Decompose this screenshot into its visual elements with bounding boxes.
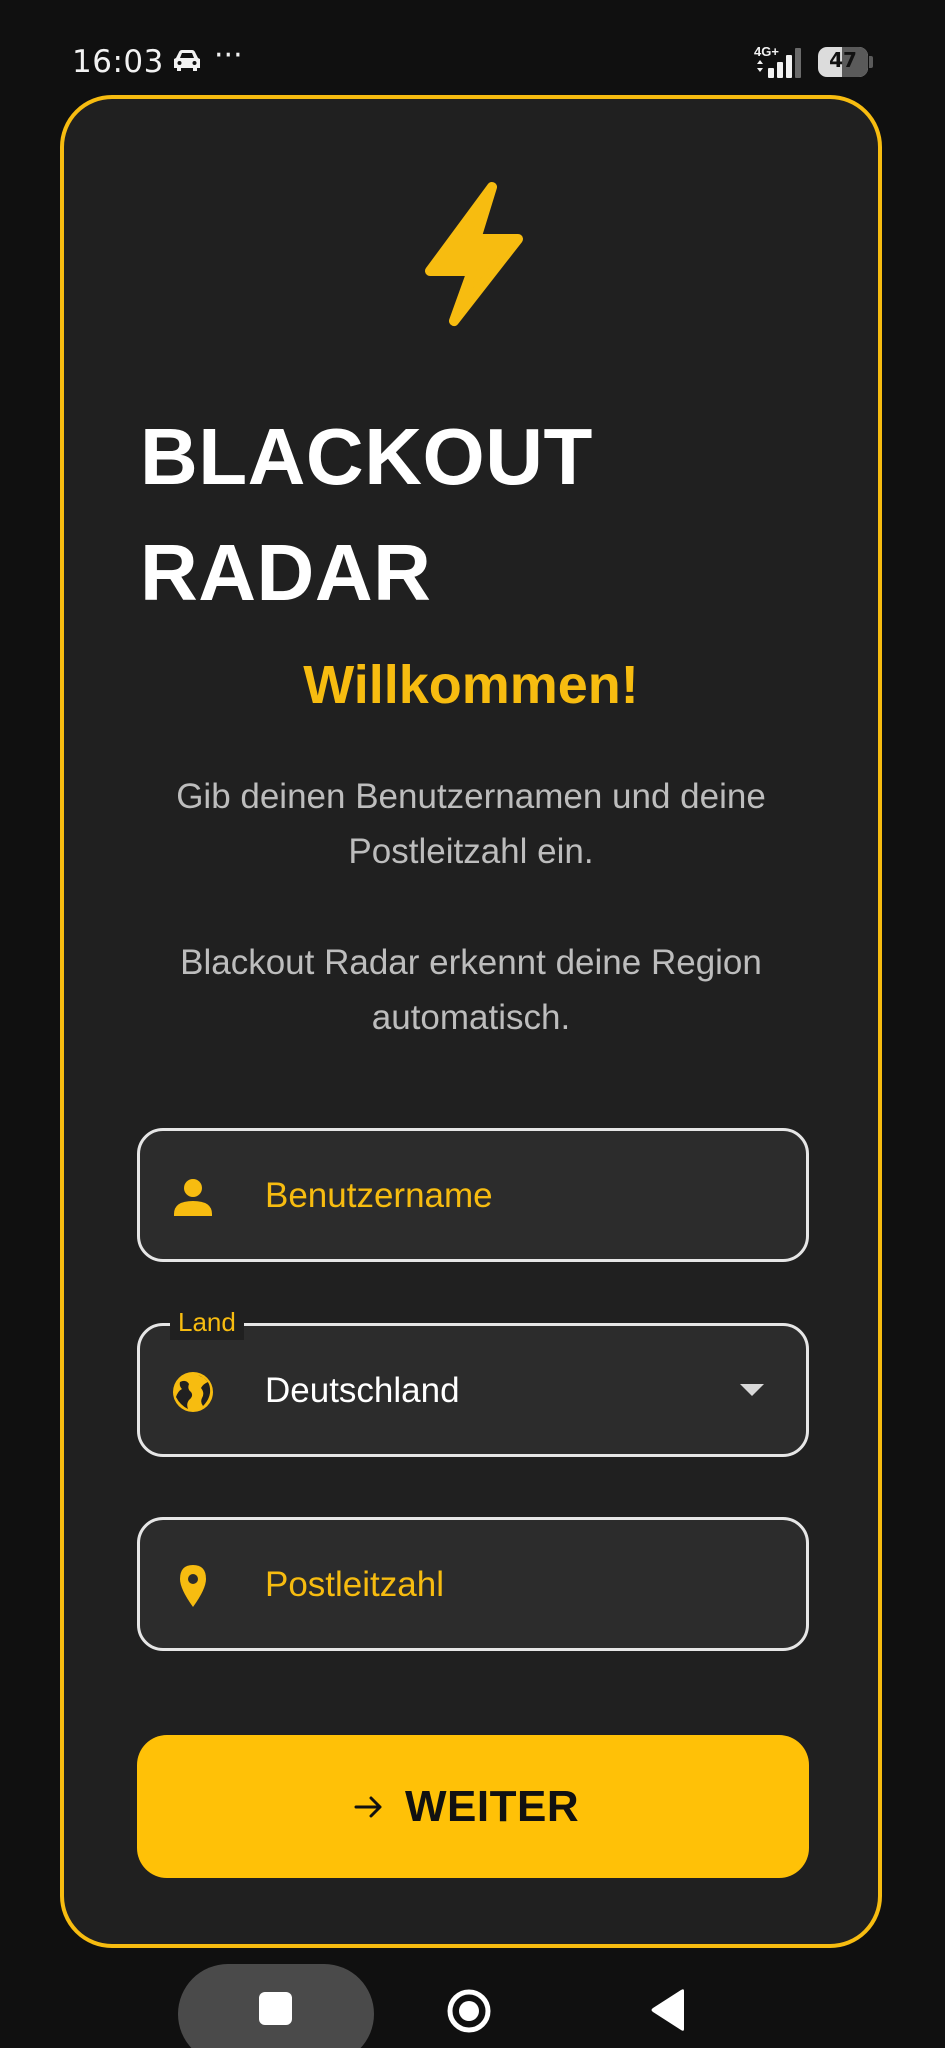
lightning-bolt-icon — [425, 182, 523, 326]
status-time: 16:03 — [72, 44, 164, 80]
system-navigation-bar — [0, 1948, 945, 2048]
car-icon — [174, 50, 200, 71]
zip-input[interactable] — [265, 1560, 765, 1610]
region-info-text: Blackout Radar erkennt deine Region auto… — [180, 943, 762, 1037]
country-label: Land — [170, 1304, 244, 1340]
person-icon — [174, 1179, 212, 1216]
app-title-text: BLACKOUT RADAR — [140, 412, 593, 617]
battery-level: 47 — [829, 48, 857, 72]
app-title: BLACKOUT RADAR — [140, 399, 593, 631]
username-input[interactable] — [265, 1171, 765, 1221]
app-screen: 16:03 ··· 4G+ 47 BLACKOUT RADAR Willkomm… — [0, 0, 945, 2048]
username-field[interactable] — [137, 1128, 809, 1262]
battery-icon: 47 — [818, 47, 874, 77]
more-notifications-icon: ··· — [214, 38, 243, 73]
zip-field[interactable] — [137, 1517, 809, 1651]
country-select[interactable]: Land Deutschland — [137, 1304, 809, 1457]
network-type: 4G+ — [754, 44, 779, 59]
signal-icon: 4G+ — [754, 44, 801, 78]
recents-button[interactable] — [178, 1964, 374, 2048]
status-bar: 16:03 ··· 4G+ 47 — [0, 0, 945, 95]
continue-label: WEITER — [405, 1782, 580, 1831]
chevron-down-icon[interactable] — [740, 1384, 764, 1396]
location-pin-icon — [180, 1565, 206, 1607]
arrow-right-icon — [354, 1796, 382, 1818]
continue-button[interactable]: WEITER — [137, 1735, 809, 1878]
country-value: Deutschland — [265, 1371, 460, 1410]
globe-icon — [173, 1372, 213, 1412]
login-card: BLACKOUT RADAR Willkommen! Gib deinen Ben… — [60, 95, 882, 1948]
square-icon — [259, 1992, 292, 2025]
instruction-text: Gib deinen Benutzernamen und deine Postl… — [176, 777, 766, 871]
welcome-heading: Willkommen! — [303, 655, 639, 715]
home-button[interactable] — [446, 1988, 492, 2034]
back-button[interactable] — [650, 1988, 686, 2032]
